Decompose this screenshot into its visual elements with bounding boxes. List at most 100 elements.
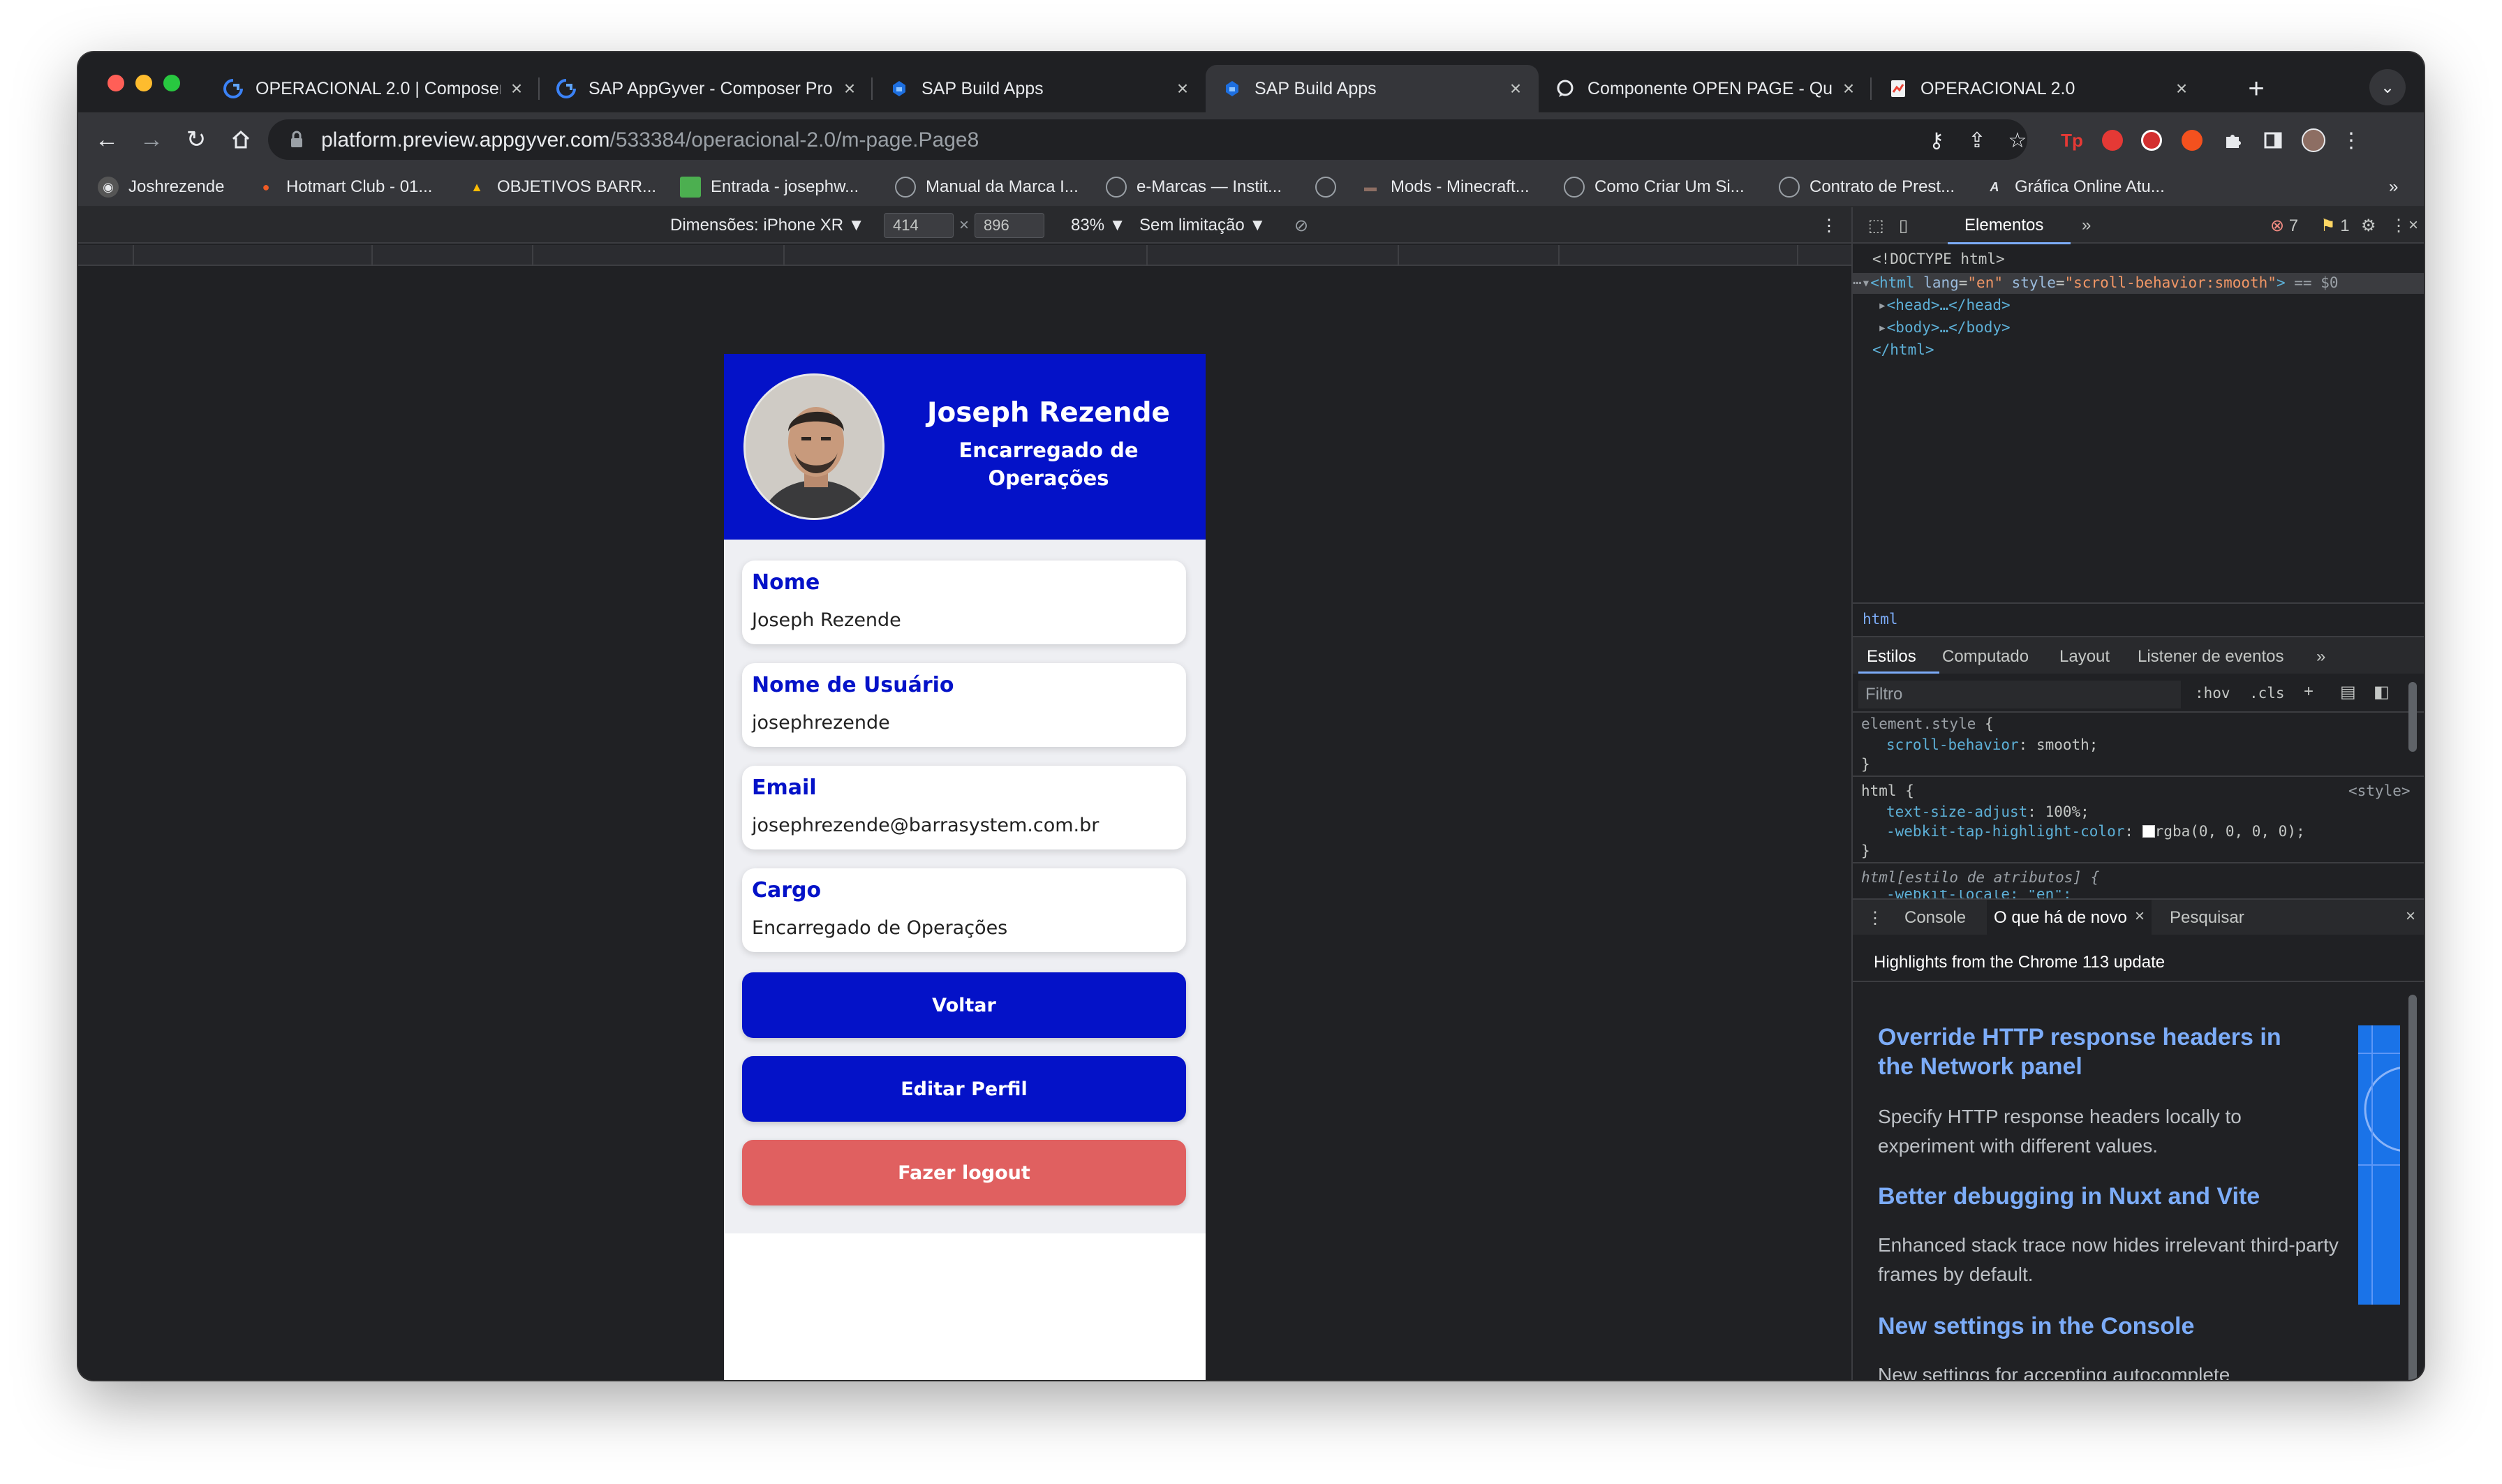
edit-profile-button[interactable]: Editar Perfil — [742, 1056, 1186, 1122]
bookmark-item[interactable]: Como Criar Um Si... — [1564, 175, 1745, 199]
more-tabs-button[interactable]: » — [2082, 216, 2091, 235]
browser-tab-1[interactable]: OPERACIONAL 2.0 | Composer × — [207, 65, 540, 112]
bookmark-item[interactable]: Contrato de Prest... — [1779, 175, 1955, 199]
dom-breadcrumb[interactable]: html — [1863, 611, 1898, 628]
close-icon[interactable]: × — [506, 77, 527, 100]
whats-new-title[interactable]: New settings in the Console — [1878, 1312, 2311, 1341]
device-width-input[interactable]: 414 — [884, 213, 954, 238]
close-icon[interactable]: × — [1838, 77, 1859, 100]
extension-orange-icon[interactable] — [2178, 126, 2206, 154]
close-icon[interactable]: × — [2135, 907, 2145, 926]
bookmark-item[interactable]: ▬ Mods - Minecraft... — [1360, 175, 1530, 199]
drawer-tab-whats-new[interactable]: O que há de novo — [1994, 908, 2127, 928]
bookmark-item[interactable]: ▲ OBJETIVOS BARR... — [466, 175, 656, 199]
extension-tp-icon[interactable]: Tp — [2058, 126, 2086, 154]
mail-icon — [680, 177, 701, 198]
browser-tab-6[interactable]: OPERACIONAL 2.0 × — [1872, 65, 2205, 112]
key-icon[interactable]: ⚷ — [1923, 126, 1950, 154]
home-icon[interactable] — [225, 124, 257, 156]
extension-red-circle-icon[interactable] — [2138, 126, 2166, 154]
bookmark-star-icon[interactable]: ☆ — [2004, 126, 2031, 154]
rule-html[interactable]: html { — [1861, 782, 1914, 799]
close-devtools-icon[interactable]: × — [2408, 216, 2418, 235]
side-panel-icon[interactable] — [2259, 126, 2287, 154]
bookmark-item[interactable]: A Gráfica Online Atu... — [1984, 175, 2165, 199]
close-icon[interactable]: × — [2171, 77, 2192, 100]
back-arrow-icon[interactable]: ← — [91, 124, 123, 156]
sidebar-toggle-icon[interactable]: ◧ — [2374, 682, 2390, 702]
close-window-button[interactable] — [108, 75, 124, 91]
rule-source-link[interactable]: <style> — [2348, 782, 2411, 799]
dom-head-node[interactable]: ▸<head>…</head> — [1878, 297, 2011, 313]
address-bar[interactable]: platform.preview.appgyver.com/533384/ope… — [268, 119, 2027, 160]
inspect-element-icon[interactable]: ⬚ — [1868, 216, 1884, 236]
throttling-select[interactable]: Sem limitação ▼ — [1139, 216, 1266, 235]
tab-styles[interactable]: Estilos — [1867, 647, 1916, 667]
close-drawer-icon[interactable]: × — [2406, 907, 2415, 926]
new-rule-icon[interactable]: + — [2304, 682, 2314, 702]
drawer-tab-search[interactable]: Pesquisar — [2170, 908, 2244, 928]
drawer-scrollbar[interactable] — [2408, 995, 2417, 1380]
browser-menu-icon[interactable]: ⋮ — [2337, 126, 2365, 154]
logout-button[interactable]: Fazer logout — [742, 1140, 1186, 1205]
whats-new-title[interactable]: Override HTTP response headers in the Ne… — [1878, 1023, 2311, 1081]
forward-arrow-icon[interactable]: → — [135, 124, 168, 156]
new-tab-button[interactable]: + — [2240, 72, 2273, 105]
zoom-select[interactable]: 83% ▼ — [1071, 216, 1125, 235]
style-declaration[interactable]: scroll-behavior: smooth; — [1886, 736, 2098, 753]
bookmark-item[interactable]: Entrada - josephw... — [680, 175, 859, 199]
tab-event-listeners[interactable]: Listener de eventos — [2138, 647, 2283, 667]
style-declaration[interactable]: text-size-adjust: 100%; — [1886, 803, 2089, 820]
device-menu-icon[interactable]: ⋮ — [1821, 216, 1837, 236]
error-count-badge[interactable]: ⊗ 7 — [2270, 216, 2298, 236]
close-icon[interactable]: × — [1172, 77, 1193, 100]
back-button[interactable]: Voltar — [742, 972, 1186, 1038]
bookmark-item[interactable] — [1315, 175, 1346, 199]
whats-new-header: Highlights from the Chrome 113 update — [1874, 953, 2166, 972]
warning-count-badge[interactable]: ⚑ 1 — [2320, 216, 2350, 236]
bookmark-item[interactable]: ● Hotmart Club - 01... — [256, 175, 433, 199]
tab-layout[interactable]: Layout — [2059, 647, 2110, 667]
profile-avatar-icon[interactable] — [2300, 126, 2327, 154]
browser-tab-4-active[interactable]: SAP Build Apps × — [1206, 65, 1539, 112]
dom-html-node[interactable]: ⋯▾<html lang="en" style="scroll-behavior… — [1853, 274, 2338, 291]
rotate-icon[interactable]: ⊘ — [1294, 216, 1308, 236]
zoom-window-button[interactable] — [163, 75, 180, 91]
dom-doctype[interactable]: <!DOCTYPE html> — [1872, 251, 2005, 267]
browser-tab-3[interactable]: SAP Build Apps × — [873, 65, 1206, 112]
tab-elements[interactable]: Elementos — [1964, 216, 2043, 235]
drawer-tab-console[interactable]: Console — [1904, 908, 1966, 928]
reload-icon[interactable]: ↻ — [180, 124, 212, 156]
class-toggle[interactable]: .cls — [2249, 685, 2285, 702]
share-icon[interactable]: ⇪ — [1963, 126, 1991, 154]
devtools-menu-icon[interactable]: ⋮ — [2390, 216, 2407, 236]
device-dimensions-select[interactable]: Dimensões: iPhone XR ▼ — [670, 216, 865, 235]
bookmark-item[interactable]: e-Marcas — Instit... — [1106, 175, 1282, 199]
settings-gear-icon[interactable]: ⚙ — [2361, 216, 2376, 236]
device-height-input[interactable]: 896 — [975, 213, 1044, 238]
extensions-puzzle-icon[interactable] — [2219, 126, 2246, 154]
close-icon[interactable]: × — [839, 77, 860, 100]
device-toggle-icon[interactable]: ▯ — [1899, 216, 1908, 236]
dom-body-node[interactable]: ▸<body>…</body> — [1878, 319, 2011, 336]
style-declaration[interactable]: -webkit-tap-highlight-color: rgba(0, 0, … — [1886, 823, 2305, 840]
paint-icon[interactable]: ▤ — [2340, 682, 2356, 702]
styles-filter-input[interactable] — [1858, 681, 2181, 708]
browser-tab-5[interactable]: Componente OPEN PAGE - Qu × — [1539, 65, 1872, 112]
close-icon[interactable]: × — [1505, 77, 1526, 100]
tab-search-icon[interactable]: ⌄ — [2369, 69, 2406, 105]
styles-scrollbar[interactable] — [2408, 682, 2417, 752]
drawer-menu-icon[interactable]: ⋮ — [1867, 908, 1883, 928]
rule-element-style[interactable]: element.style { — [1861, 715, 1994, 732]
bookmarks-overflow-button[interactable]: » — [2389, 175, 2398, 199]
minimize-window-button[interactable] — [135, 75, 152, 91]
browser-tab-2[interactable]: SAP AppGyver - Composer Pro × — [540, 65, 873, 112]
more-style-tabs-button[interactable]: » — [2316, 647, 2325, 667]
bookmark-item[interactable]: Manual da Marca I... — [895, 175, 1079, 199]
whats-new-title[interactable]: Better debugging in Nuxt and Vite — [1878, 1182, 2311, 1211]
rule-attribute-style[interactable]: html[estilo de atributos] { — [1861, 869, 2099, 886]
bookmark-item[interactable]: ◉ Joshrezende — [98, 175, 224, 199]
extension-red-icon[interactable] — [2098, 126, 2126, 154]
tab-computed[interactable]: Computado — [1942, 647, 2029, 667]
hover-state-toggle[interactable]: :hov — [2195, 685, 2230, 702]
